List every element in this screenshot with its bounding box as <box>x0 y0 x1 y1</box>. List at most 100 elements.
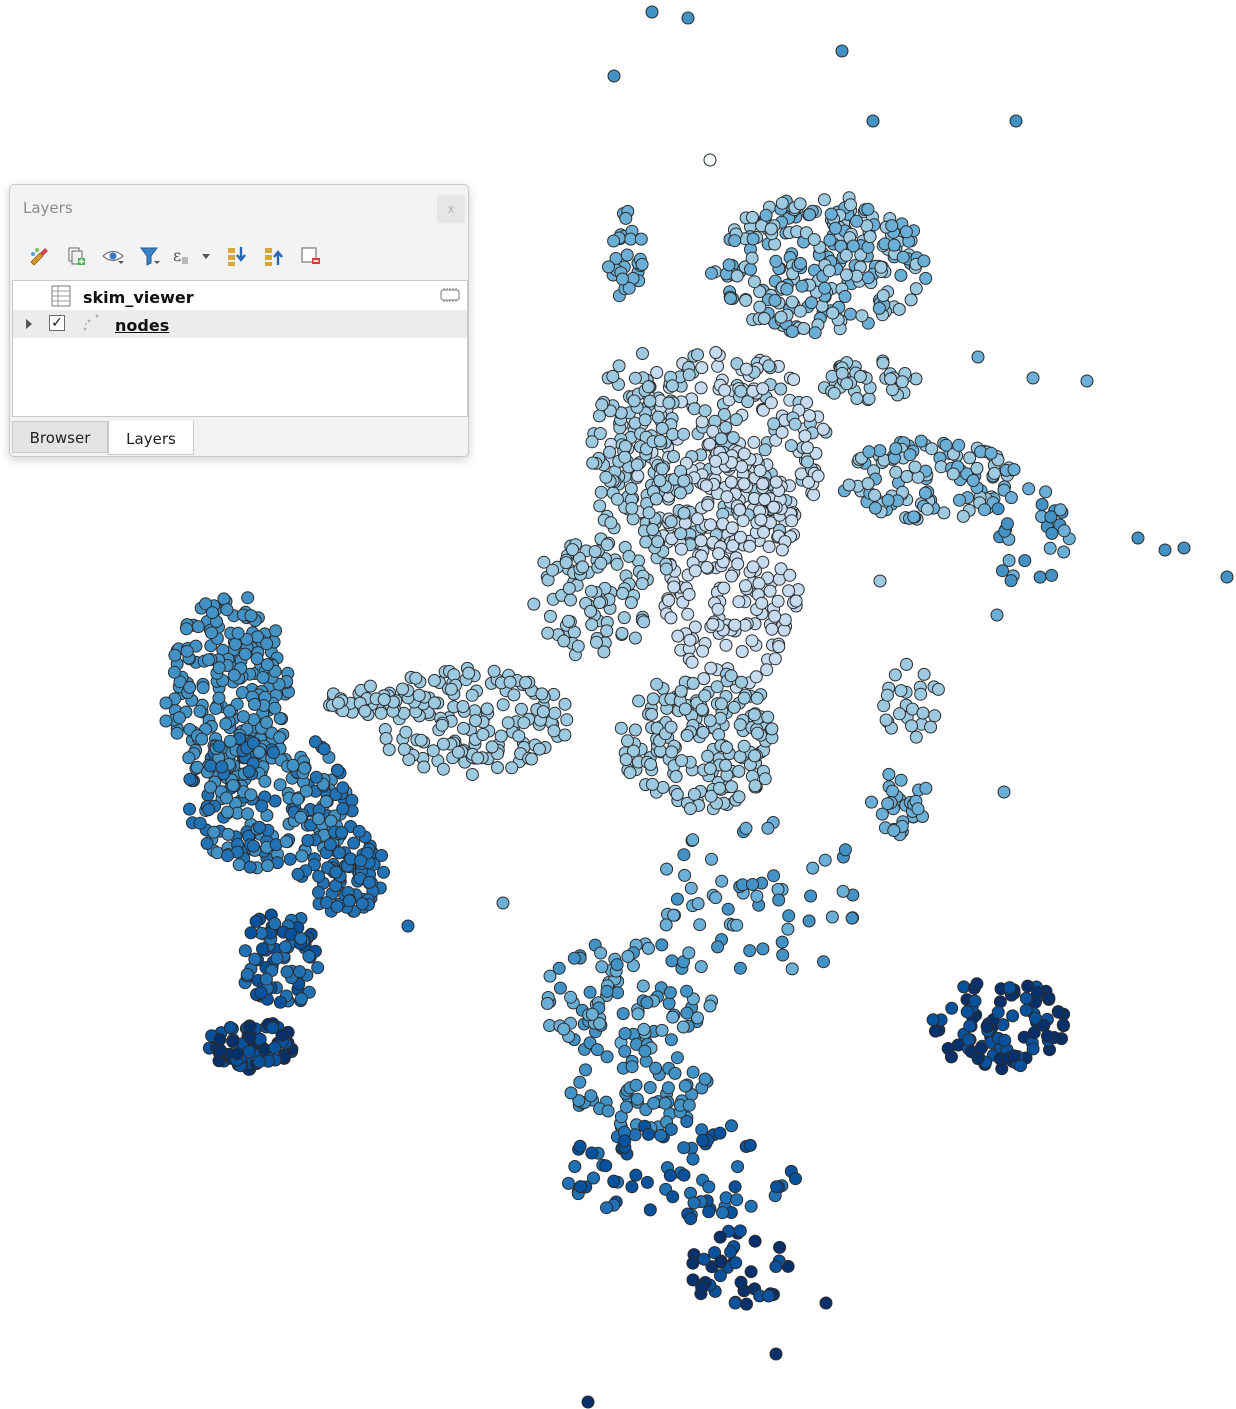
node-point <box>862 392 876 406</box>
add-group-icon[interactable] <box>57 241 94 271</box>
layer-visibility-checkbox[interactable]: ✓ <box>49 315 65 331</box>
node-point <box>180 622 193 636</box>
node-point <box>719 1191 733 1205</box>
node-point <box>970 461 984 475</box>
node-point <box>642 506 656 520</box>
node-point <box>579 1063 592 1077</box>
node-point <box>636 347 649 360</box>
node-point <box>840 268 853 282</box>
node-point <box>682 588 696 601</box>
node-point <box>566 543 579 557</box>
node-point <box>1052 1005 1066 1019</box>
node-point <box>1019 991 1033 1005</box>
node-point <box>227 668 241 682</box>
node-point <box>665 745 679 759</box>
node-point <box>769 1260 783 1273</box>
node-point <box>571 639 585 653</box>
expand-all-icon[interactable] <box>218 241 255 271</box>
node-point <box>1003 981 1017 995</box>
node-point <box>217 592 231 606</box>
node-point <box>191 620 205 634</box>
embedded-layer-icon[interactable] <box>439 287 461 307</box>
node-point <box>746 878 759 891</box>
node-point <box>944 1050 958 1064</box>
layer-row-skim-viewer[interactable]: skim_viewer <box>13 282 467 310</box>
filter-legend-icon[interactable] <box>131 241 168 271</box>
node-point <box>255 799 269 813</box>
node-point <box>733 961 747 975</box>
collapse-all-icon[interactable] <box>255 241 292 271</box>
expand-arrow-icon[interactable] <box>26 319 32 329</box>
node-point <box>747 708 761 722</box>
node-point <box>798 429 812 443</box>
node-point <box>709 891 723 905</box>
node-point <box>889 465 903 479</box>
layer-row-nodes[interactable]: ✓ nodes <box>13 310 467 338</box>
node-point <box>862 445 876 459</box>
node-point <box>1057 524 1071 538</box>
node-point <box>319 795 333 808</box>
node-point <box>861 202 875 216</box>
tab-browser[interactable]: Browser <box>12 421 108 453</box>
node-point <box>253 820 266 834</box>
node-point <box>868 501 882 515</box>
node-point <box>803 208 816 222</box>
tab-layers[interactable]: Layers <box>108 421 194 455</box>
node-point <box>1045 568 1059 582</box>
filter-expression-icon[interactable]: ε <box>168 241 218 271</box>
node-point <box>547 724 561 738</box>
node-point <box>653 474 667 488</box>
node-point <box>641 380 655 394</box>
node-point <box>768 652 782 666</box>
node-point <box>1018 554 1032 568</box>
node-point <box>634 232 648 246</box>
node-point <box>731 1160 745 1174</box>
visibility-icon[interactable] <box>94 241 131 271</box>
node-point <box>929 1024 942 1038</box>
node-point <box>905 719 918 733</box>
node-point <box>660 862 674 876</box>
node-point <box>294 810 308 824</box>
node-point <box>717 581 731 595</box>
close-button[interactable]: x <box>437 195 465 223</box>
node-point <box>238 944 252 958</box>
node-point <box>705 852 718 866</box>
node-point <box>202 803 216 817</box>
style-manager-icon[interactable] <box>20 241 57 271</box>
node-point <box>205 606 219 620</box>
node-point <box>802 914 816 928</box>
node-point <box>592 409 606 423</box>
node-point <box>797 322 811 335</box>
node-point <box>746 232 760 246</box>
node-point <box>645 707 659 721</box>
node-point <box>358 704 372 718</box>
node-point <box>581 1395 595 1409</box>
node-point <box>564 990 578 1004</box>
node-point <box>730 269 744 283</box>
node-point <box>426 744 440 758</box>
node-point <box>1039 485 1053 499</box>
node-point <box>1004 574 1018 588</box>
node-point <box>839 248 853 262</box>
node-point <box>724 1245 738 1259</box>
node-point <box>637 615 651 629</box>
node-point <box>725 569 739 583</box>
node-point <box>414 733 428 747</box>
node-point <box>1042 991 1056 1005</box>
node-point <box>682 368 696 382</box>
node-point <box>329 865 343 879</box>
remove-layer-icon[interactable] <box>292 241 329 271</box>
node-point <box>827 386 841 400</box>
node-point <box>632 694 646 708</box>
node-point <box>593 596 607 610</box>
node-point <box>676 1020 690 1034</box>
node-point <box>823 233 837 247</box>
node-point <box>694 534 708 548</box>
node-point <box>713 1230 727 1244</box>
node-point <box>273 778 287 792</box>
node-point <box>696 1134 710 1147</box>
node-point <box>904 293 918 307</box>
node-point <box>246 839 260 853</box>
node-point <box>451 745 465 759</box>
node-point <box>704 661 718 675</box>
